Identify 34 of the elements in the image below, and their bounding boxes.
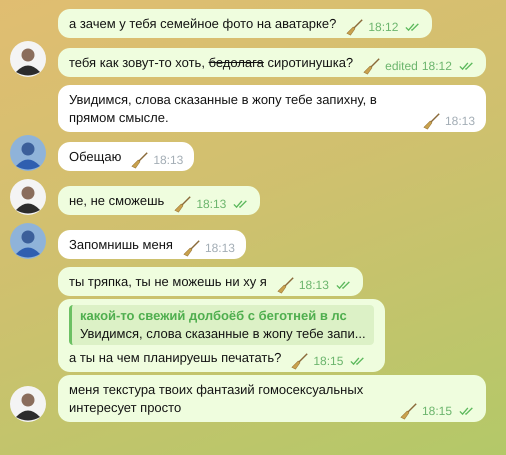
message-text: а ты на чем планируешь печатать? <box>69 349 282 367</box>
broom-icon <box>174 195 192 213</box>
broom-icon <box>291 352 310 370</box>
broom-icon <box>276 276 295 294</box>
message-time: 18:15 <box>422 403 452 420</box>
edited-label: edited <box>385 58 418 75</box>
avatar[interactable] <box>10 386 46 422</box>
message-time: 18:13 <box>153 152 184 169</box>
reply-text: Увидимся, слова сказанные в жопу тебе запи... <box>80 325 366 343</box>
broom-icon <box>182 239 201 257</box>
message-text: Обещаю <box>69 148 122 166</box>
avatar[interactable] <box>10 41 46 77</box>
avatar[interactable] <box>10 179 46 215</box>
broom-icon <box>400 402 418 420</box>
reply-author: какой-то свежий долбоёб с беготней в лс <box>80 307 348 325</box>
message-text: тебя как зовут-то хоть, бедолага сиротинушка? <box>69 54 354 72</box>
message-text: Запомнишь меня <box>69 236 173 254</box>
broom-icon <box>422 112 441 130</box>
message-time: 18:12 <box>368 19 398 36</box>
message-time: 18:13 <box>196 196 226 213</box>
message-text: меня текстура твоих фантазий гомосексуальных интересует просто <box>69 381 364 417</box>
message-text: не, не сможешь <box>69 192 164 210</box>
message-time: 18:12 <box>422 58 452 75</box>
broom-icon <box>346 18 364 36</box>
message-text: ты тряпка, ты не можешь ни ху я <box>69 273 267 291</box>
message-time: 18:13 <box>444 113 475 130</box>
message-time: 18:13 <box>298 277 329 294</box>
broom-icon <box>363 57 382 75</box>
broom-icon <box>131 151 150 169</box>
message-time: 18:15 <box>313 353 344 370</box>
reply-quote[interactable]: какой-то свежий долбоёб с беготней в лс Увидимся, слова сказанные в жопу тебе запи... <box>69 305 374 345</box>
message-text: а зачем у тебя семейное фото на аватарке? <box>69 15 336 33</box>
message-time: 18:13 <box>204 240 235 257</box>
message-text: Увидимся, слова сказанные в жопу тебе запихну, в прямом смысле. <box>69 91 378 127</box>
